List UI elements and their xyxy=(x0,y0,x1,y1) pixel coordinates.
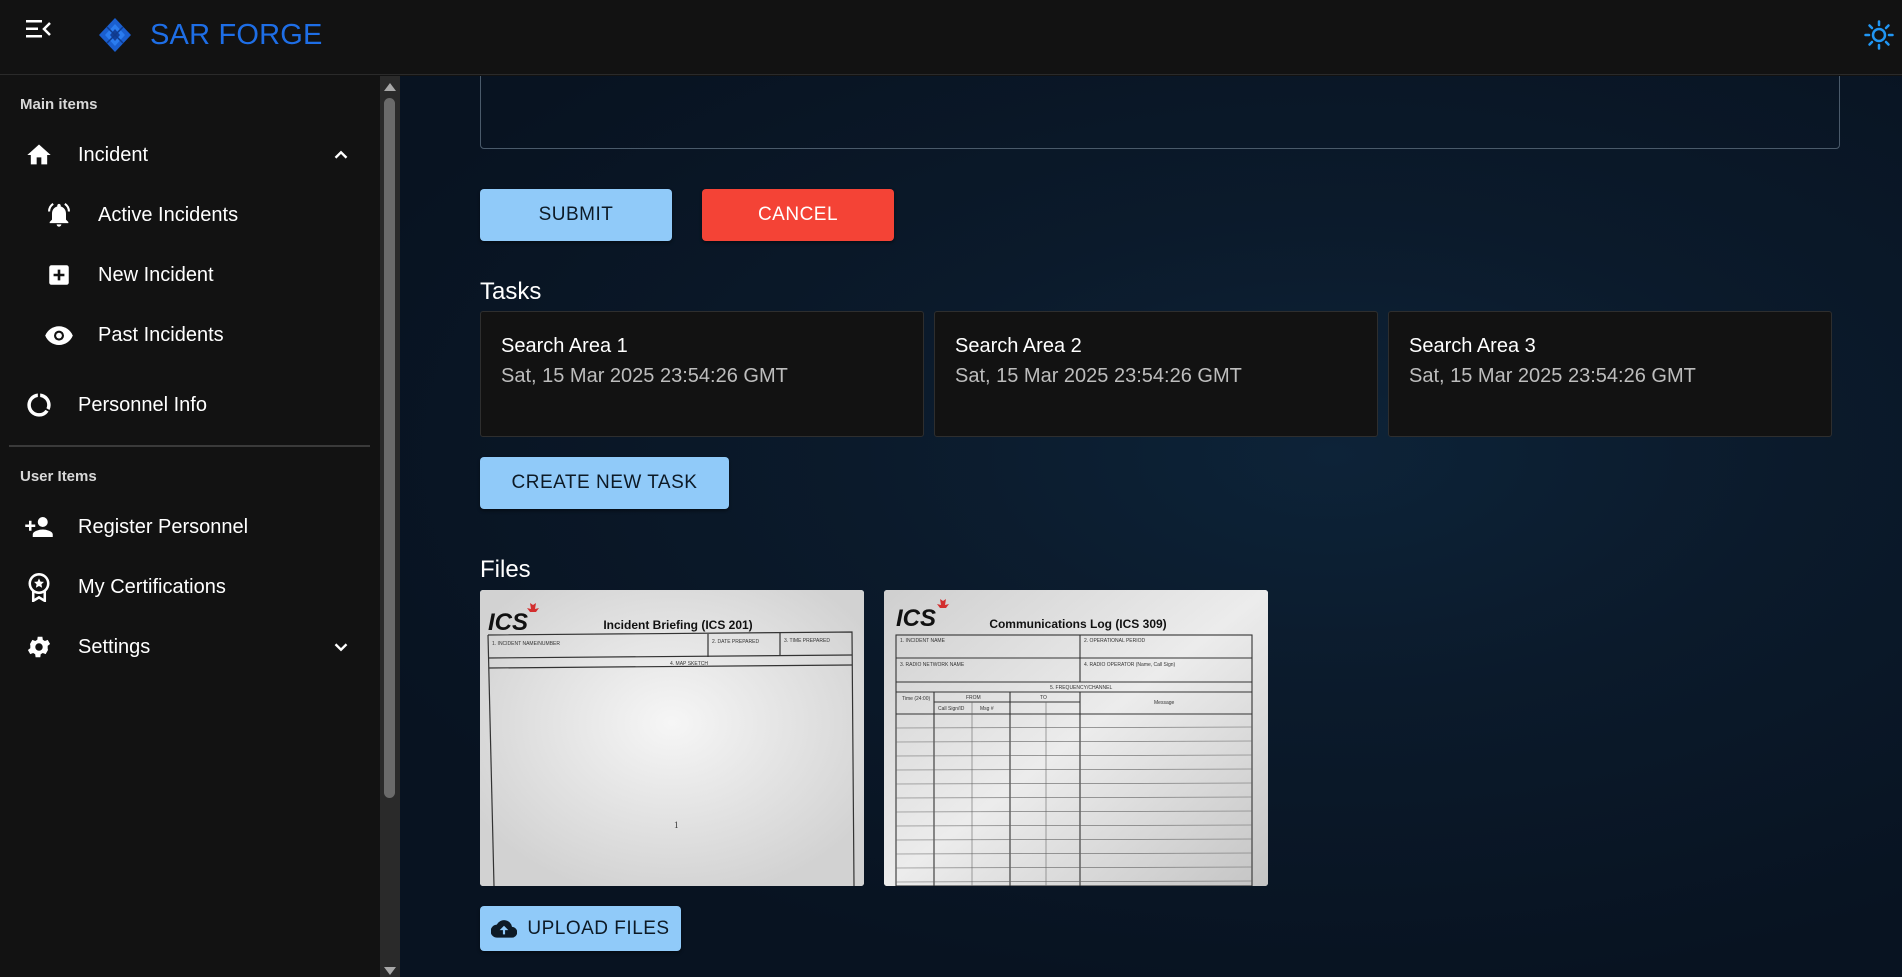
file-title: Communications Log (ICS 309) xyxy=(989,617,1166,631)
sidebar-item-personnel-info[interactable]: Personnel Info xyxy=(0,377,372,433)
chevron-down-icon[interactable] xyxy=(330,636,352,658)
section-label-user: User Items xyxy=(20,468,97,485)
sidebar-scrollbar-thumb[interactable] xyxy=(384,98,395,798)
main-content: SUBMIT CANCEL Tasks Search Area 1 Sat, 1… xyxy=(400,76,1902,977)
ics-logo: ICS xyxy=(488,609,528,636)
home-icon xyxy=(24,140,54,170)
sidebar-item-label: Incident xyxy=(78,143,149,166)
form-field-label: 2. DATE PREPARED xyxy=(712,639,759,645)
circle-notch-icon xyxy=(24,390,54,420)
task-card[interactable]: Search Area 3 Sat, 15 Mar 2025 23:54:26 … xyxy=(1388,311,1832,437)
form-field-label: 3. RADIO NETWORK NAME xyxy=(900,662,965,668)
sidebar: Main items Incident Active Incidents New… xyxy=(0,76,380,977)
gear-icon xyxy=(24,632,54,662)
ics-logo: ICS xyxy=(896,605,936,632)
file-thumbnail-ics-309[interactable]: ICS Communications Log (ICS 309) 1. INCI… xyxy=(884,590,1268,886)
form-field-label: TO xyxy=(1040,695,1047,701)
sidebar-item-label: Settings xyxy=(78,635,151,658)
chevron-up-icon[interactable] xyxy=(330,144,352,166)
scroll-down-arrow-icon[interactable] xyxy=(382,964,398,976)
section-label-main: Main items xyxy=(20,96,98,113)
cloud-upload-icon xyxy=(491,916,518,942)
sidebar-item-label: New Incident xyxy=(98,263,214,286)
sidebar-item-incident[interactable]: Incident xyxy=(0,127,372,183)
submit-button[interactable]: SUBMIT xyxy=(480,189,672,241)
form-field-label: 3. TIME PREPARED xyxy=(784,638,830,644)
task-date: Sat, 15 Mar 2025 23:54:26 GMT xyxy=(1409,365,1696,387)
task-card[interactable]: Search Area 2 Sat, 15 Mar 2025 23:54:26 … xyxy=(934,311,1378,437)
add-box-icon xyxy=(44,260,74,290)
badge-icon xyxy=(24,572,54,602)
form-field-label: FROM xyxy=(966,695,981,701)
tasks-heading: Tasks xyxy=(480,278,542,305)
files-heading: Files xyxy=(480,556,531,583)
logo-icon xyxy=(98,17,132,53)
task-title: Search Area 2 xyxy=(955,335,1082,357)
eye-icon xyxy=(44,320,74,350)
form-field-label: 4. RADIO OPERATOR (Name, Call Sign) xyxy=(1084,662,1176,668)
form-field-label: 1. INCIDENT NAME xyxy=(900,638,946,644)
sidebar-item-register-personnel[interactable]: Register Personnel xyxy=(0,499,372,555)
description-textarea[interactable] xyxy=(480,76,1840,149)
form-field-label: Msg # xyxy=(980,706,994,712)
scroll-up-arrow-icon[interactable] xyxy=(382,80,398,92)
page-number: 1 xyxy=(674,820,679,830)
sidebar-item-label: Active Incidents xyxy=(98,203,239,226)
cancel-button[interactable]: CANCEL xyxy=(702,189,894,241)
create-new-task-button[interactable]: CREATE NEW TASK xyxy=(480,457,729,509)
task-date: Sat, 15 Mar 2025 23:54:26 GMT xyxy=(501,365,788,387)
sidebar-item-active-incidents[interactable]: Active Incidents xyxy=(0,187,372,243)
form-field-label: Message xyxy=(1154,700,1175,706)
brand-name: SAR FORGE xyxy=(150,19,323,51)
person-add-icon xyxy=(24,512,54,542)
sidebar-item-new-incident[interactable]: New Incident xyxy=(0,247,372,303)
app-bar: SAR FORGE xyxy=(0,0,1902,75)
form-field-label: Time (24:00) xyxy=(902,696,930,702)
sidebar-item-label: Past Incidents xyxy=(98,323,224,346)
task-card[interactable]: Search Area 1 Sat, 15 Mar 2025 23:54:26 … xyxy=(480,311,924,437)
form-field-label: 2. OPERATIONAL PERIOD xyxy=(1084,638,1146,644)
sun-icon[interactable] xyxy=(1864,20,1894,50)
file-thumbnail-ics-201[interactable]: ICS Incident Briefing (ICS 201) 1. INCID… xyxy=(480,590,864,886)
sidebar-divider xyxy=(9,445,370,447)
sidebar-item-my-certifications[interactable]: My Certifications xyxy=(0,559,372,615)
sidebar-item-past-incidents[interactable]: Past Incidents xyxy=(0,307,372,363)
form-field-label: Call Sign/ID xyxy=(938,706,965,712)
form-field-label: 1. INCIDENT NAME/NUMBER xyxy=(492,641,560,647)
sidebar-item-label: Personnel Info xyxy=(78,393,207,416)
menu-collapse-icon[interactable] xyxy=(26,18,52,40)
upload-files-button[interactable]: UPLOAD FILES xyxy=(480,906,681,951)
upload-files-label: UPLOAD FILES xyxy=(527,917,670,939)
task-title: Search Area 1 xyxy=(501,335,628,357)
bell-ring-icon xyxy=(44,200,74,230)
form-field-label: 4. MAP SKETCH xyxy=(670,661,708,667)
file-title: Incident Briefing (ICS 201) xyxy=(603,618,752,632)
sidebar-item-label: Register Personnel xyxy=(78,515,249,538)
task-date: Sat, 15 Mar 2025 23:54:26 GMT xyxy=(955,365,1242,387)
sidebar-item-label: My Certifications xyxy=(78,575,226,598)
task-title: Search Area 3 xyxy=(1409,335,1536,357)
form-field-label: 5. FREQUENCY/CHANNEL xyxy=(1050,685,1112,691)
sidebar-item-settings[interactable]: Settings xyxy=(0,619,372,675)
